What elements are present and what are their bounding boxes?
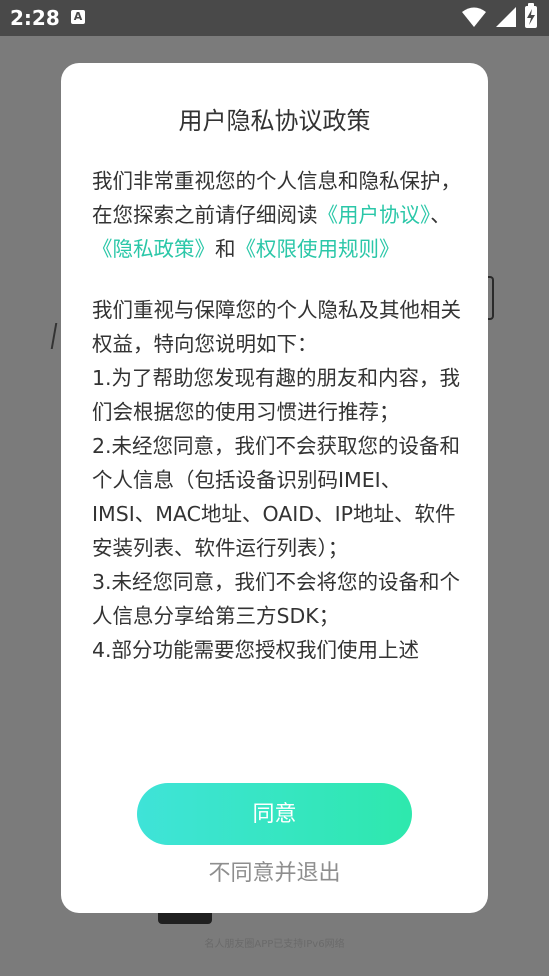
disagree-exit-button[interactable]: 不同意并退出 [61,855,488,887]
agree-button[interactable]: 同意 [137,783,412,845]
intro-paragraph: 我们非常重视您的个人信息和隐私保护，在您探索之前请仔细阅读《用户协议》、《隐私政… [92,164,462,266]
privacy-dialog: 用户隐私协议政策 我们非常重视您的个人信息和隐私保护，在您探索之前请仔细阅读《用… [61,63,488,913]
status-icons [461,3,537,28]
status-time: 2:28 [10,6,60,30]
status-bar: 2:28 A [0,0,549,36]
policy-item: 3.未经您同意，我们不会将您的设备和个人信息分享给第三方SDK； [92,570,461,628]
intro-separator: 、 [430,203,451,227]
user-agreement-link[interactable]: 《用户协议》 [318,203,431,227]
policy-item: 1.为了帮助您发现有趣的朋友和内容，我们会根据您的使用习惯进行推荐； [92,366,461,424]
policy-item: 2.未经您同意，我们不会获取您的设备和个人信息（包括设备识别码IMEI、IMSI… [92,434,461,560]
background-footnote: 名人朋友圈APP已支持IPv6网络 [204,939,345,950]
wifi-icon [462,7,486,27]
dialog-title: 用户隐私协议政策 [178,107,371,135]
privacy-policy-link[interactable]: 《隐私政策》 [92,237,215,261]
policy-scroll-area[interactable]: 我们非常重视您的个人信息和隐私保护，在您探索之前请仔细阅读《用户协议》、《隐私政… [92,164,462,807]
intro-and: 和 [215,237,236,261]
body-lead: 我们重视与保障您的个人隐私及其他相关权益，特向您说明如下： [92,298,461,356]
battery-charging-icon [525,3,537,28]
notification-a-icon: A [71,10,85,24]
signal-icon [496,7,516,27]
policy-item: 4.部分功能需要您授权我们使用上述 [92,638,420,662]
permission-rules-link[interactable]: 《权限使用规则》 [236,237,400,261]
